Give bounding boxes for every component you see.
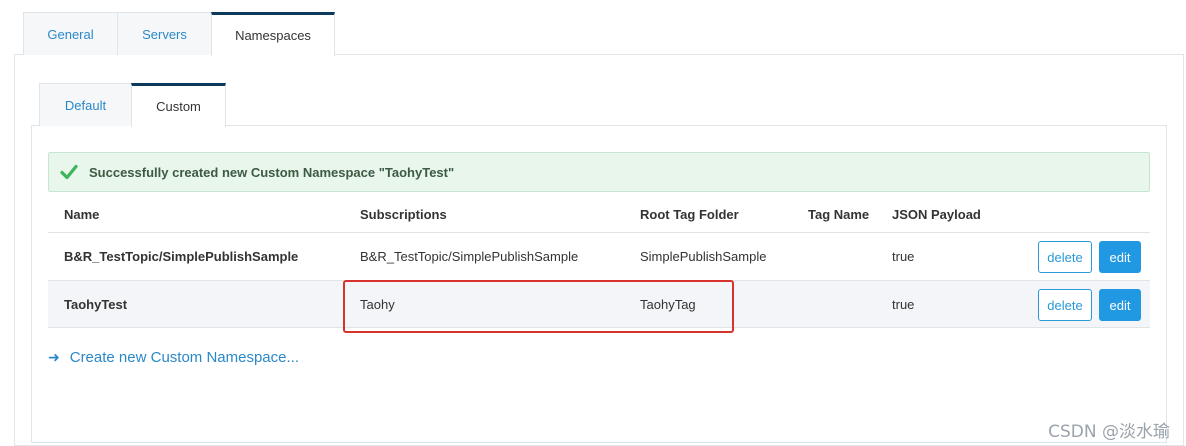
watermark: CSDN @淡水瑜 — [1048, 422, 1170, 442]
success-alert: Successfully created new Custom Namespac… — [48, 152, 1150, 192]
edit-button[interactable]: edit — [1099, 289, 1141, 321]
tab-default[interactable]: Default — [39, 83, 132, 126]
header-json-payload: JSON Payload — [892, 207, 981, 222]
create-namespace-label: Create new Custom Namespace... — [69, 349, 299, 366]
checkmark-icon — [60, 164, 78, 180]
tab-custom[interactable]: Custom — [131, 83, 226, 127]
row-name: B&R_TestTopic/SimplePublishSample — [64, 249, 299, 264]
arrow-right-icon: ➜ — [48, 349, 60, 365]
row-subscriptions: B&R_TestTopic/SimplePublishSample — [360, 249, 579, 264]
row-name: TaohyTest — [64, 297, 128, 312]
header-root-tag-folder: Root Tag Folder — [640, 207, 739, 222]
row-json-payload: true — [892, 297, 915, 312]
row-json-payload: true — [892, 249, 915, 264]
header-subscriptions: Subscriptions — [360, 207, 447, 222]
annotation-highlight-box — [343, 280, 734, 333]
tab-servers[interactable]: Servers — [117, 12, 212, 55]
edit-button[interactable]: edit — [1099, 241, 1141, 273]
header-name: Name — [64, 207, 100, 222]
create-namespace-link[interactable]: ➜ Create new Custom Namespace... — [48, 349, 299, 366]
tab-general[interactable]: General — [23, 12, 118, 55]
alert-message: Successfully created new Custom Namespac… — [89, 164, 455, 180]
delete-button[interactable]: delete — [1038, 289, 1092, 321]
delete-button[interactable]: delete — [1038, 241, 1092, 273]
row-root-tag-folder: SimplePublishSample — [640, 249, 767, 264]
tab-namespaces[interactable]: Namespaces — [211, 12, 335, 56]
header-tag-name: Tag Name — [808, 207, 870, 222]
